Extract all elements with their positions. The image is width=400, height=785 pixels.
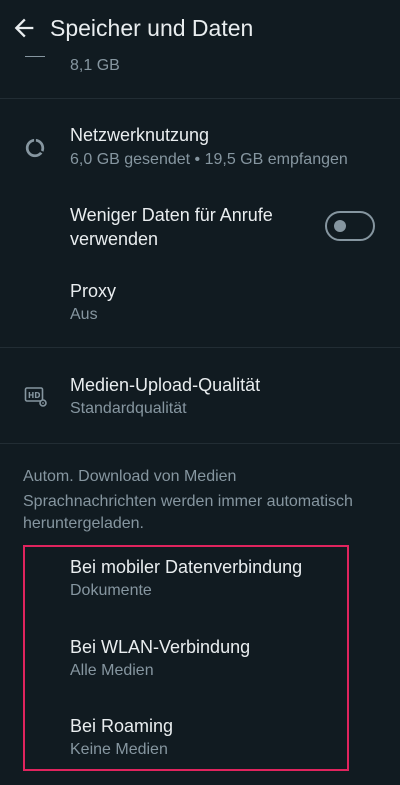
back-arrow-icon[interactable] [10,14,38,42]
network-usage-subtitle: 6,0 GB gesendet • 19,5 GB empfangen [70,151,348,168]
auto-download-mobile-title: Bei mobiler Datenverbindung [70,557,303,577]
storage-usage-value: 8,1 GB [70,57,120,74]
low-data-calls-toggle[interactable] [325,211,375,241]
auto-download-section-header: Autom. Download von Medien [23,468,237,485]
page-title: Speicher und Daten [50,15,254,41]
auto-download-wifi-subtitle: Alle Medien [70,662,154,679]
auto-download-roaming-title: Bei Roaming [70,716,174,736]
auto-download-roaming-subtitle: Keine Medien [70,741,168,758]
low-data-calls-title-line2: verwenden [70,229,159,249]
svg-text:HD: HD [28,391,41,400]
proxy-subtitle: Aus [70,306,98,323]
app-bar: Speicher und Daten [0,0,400,56]
divider [0,347,400,348]
low-data-calls-title-line1: Weniger Daten für Anrufe [70,205,273,225]
network-usage-title: Netzwerknutzung [70,125,210,145]
proxy-title: Proxy [70,281,117,301]
hd-settings-icon: HD [24,387,47,407]
auto-download-note: Sprachnachrichten werden immer automatis… [23,493,353,532]
divider [0,98,400,99]
auto-download-wifi-title: Bei WLAN-Verbindung [70,637,251,657]
divider [0,443,400,444]
media-upload-quality-title: Medien-Upload-Qualität [70,375,261,395]
data-usage-icon [25,138,45,158]
auto-download-mobile-subtitle: Dokumente [70,582,152,599]
toggle-knob [334,220,346,232]
media-upload-quality-subtitle: Standardqualität [70,400,187,417]
